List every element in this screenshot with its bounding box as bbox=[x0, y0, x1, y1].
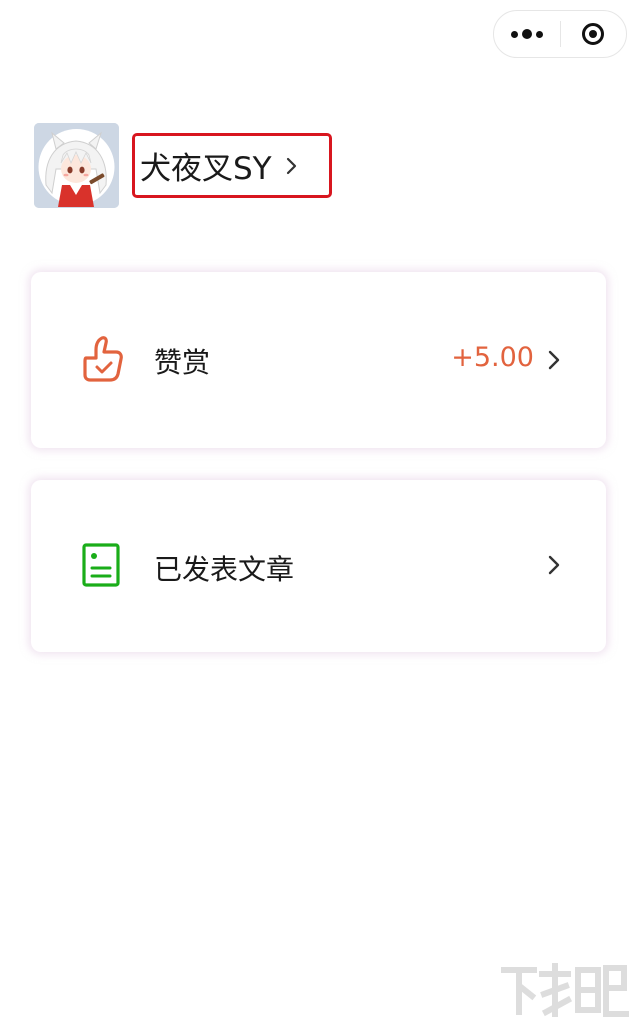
reward-label: 赞赏 bbox=[154, 346, 211, 379]
avatar[interactable] bbox=[34, 123, 119, 208]
anime-character-avatar bbox=[34, 123, 119, 208]
chevron-right-icon bbox=[548, 555, 560, 575]
more-button[interactable] bbox=[494, 11, 560, 57]
capsule-menu bbox=[493, 10, 627, 58]
close-button[interactable] bbox=[561, 11, 627, 57]
published-articles-row[interactable]: 已发表文章 bbox=[31, 480, 606, 652]
profile-name: 犬夜叉SY bbox=[140, 151, 272, 187]
site-logo-watermark bbox=[498, 960, 632, 1022]
more-dots-icon bbox=[510, 29, 543, 39]
target-circle-icon bbox=[582, 23, 605, 45]
document-icon bbox=[82, 543, 120, 587]
thumbs-up-icon bbox=[82, 336, 124, 384]
chevron-right-icon bbox=[548, 350, 560, 370]
profile-page: 犬夜叉SY 赞赏 +5.00 已发表文章 bbox=[0, 0, 640, 1026]
reward-row[interactable]: 赞赏 +5.00 bbox=[31, 272, 606, 448]
profile-name-link[interactable]: 犬夜叉SY bbox=[132, 133, 332, 198]
published-articles-label: 已发表文章 bbox=[154, 553, 295, 586]
reward-amount: +5.00 bbox=[451, 342, 534, 373]
chevron-right-icon bbox=[286, 157, 297, 175]
